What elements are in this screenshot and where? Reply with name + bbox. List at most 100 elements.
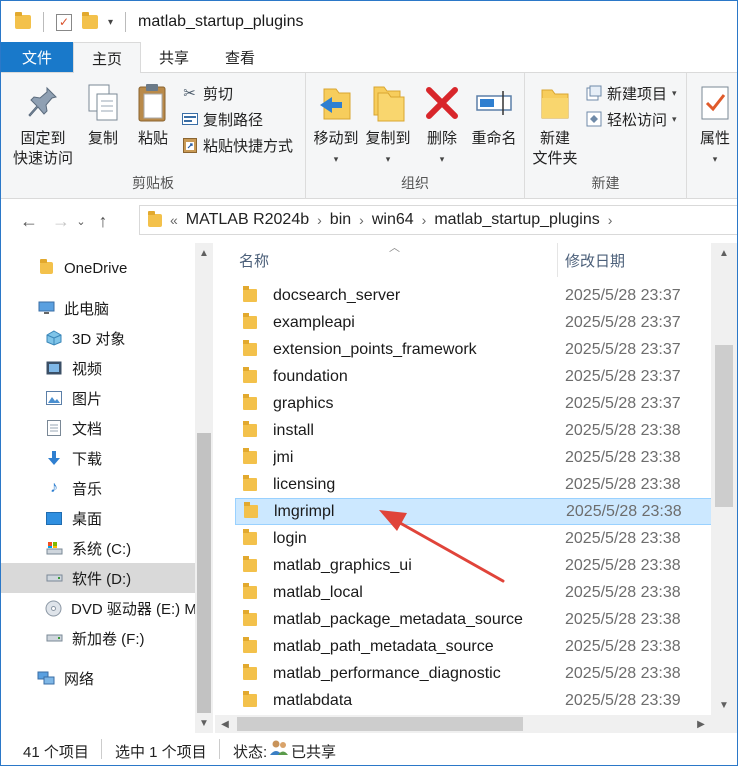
file-row[interactable]: matlab_graphics_ui 2025/5/28 23:38 [235,552,711,579]
breadcrumb-chevron-icon[interactable]: › [422,212,427,228]
file-row[interactable]: docsearch_server 2025/5/28 23:37 [235,282,711,309]
organize-group-label: 组织 [401,175,429,191]
folder-icon [243,286,257,302]
file-row[interactable]: install 2025/5/28 23:38 [235,417,711,444]
forward-arrow-icon[interactable]: → [49,206,73,236]
breadcrumb-matlab[interactable]: MATLAB R2024b [186,211,309,229]
properties-button[interactable]: 属性 ▾ [695,81,735,169]
file-row[interactable]: jmi 2025/5/28 23:38 [235,444,711,471]
copy-to-button[interactable]: 复制到 ▾ [362,81,414,169]
3d-objects-icon [45,330,63,346]
properties-qat-icon[interactable]: ✓ [56,13,72,31]
file-modified-date: 2025/5/28 23:38 [565,421,681,439]
column-date-header[interactable]: 修改日期 [565,250,625,271]
breadcrumb-win64[interactable]: win64 [372,211,414,229]
breadcrumb-current[interactable]: matlab_startup_plugins [434,211,599,229]
breadcrumb-chevron-icon[interactable]: › [317,212,322,228]
window-title: matlab_startup_plugins [138,13,304,30]
copy-button[interactable]: 复制 [81,81,125,149]
nav-item-3d-objects[interactable]: 3D 对象 [1,323,195,353]
vertical-scrollbar[interactable]: ▲ ▼ [711,243,737,715]
scroll-right-icon[interactable]: ▶ [691,714,711,734]
nav-item-drive-d[interactable]: 软件 (D:) [1,563,195,593]
tab-share[interactable]: 共享 [141,42,207,72]
scroll-up-icon[interactable]: ▲ [711,243,737,263]
back-arrow-icon[interactable]: ← [17,206,41,236]
pin-label-2: 快速访问 [12,150,73,167]
nav-item-downloads[interactable]: 下载 [1,443,195,473]
folder-icon [243,367,257,383]
recent-locations-chevron-icon[interactable]: ⌄ [73,206,89,236]
file-row[interactable]: matlab_package_metadata_source 2025/5/28 … [235,606,711,633]
column-name-header[interactable]: 名称 [239,250,269,271]
scroll-left-icon[interactable]: ◀ [215,714,235,734]
nav-item-desktop[interactable]: 桌面 [1,503,195,533]
new-folder-qat-icon[interactable] [82,12,98,29]
qat-dropdown-icon[interactable]: ▾ [108,17,113,28]
file-row[interactable]: graphics 2025/5/28 23:37 [235,390,711,417]
status-divider [219,739,220,759]
clipboard-group-label: 剪贴板 [132,175,174,191]
delete-button[interactable]: 删除 ▾ [422,81,462,169]
file-name: matlab_package_metadata_source [273,610,523,628]
copy-label: 复制 [87,130,118,147]
organize-group: 移动到 ▾ 复制到 ▾ 删除 ▾ 重命名 组织 [306,73,525,199]
copy-path-button[interactable]: 复制路径 [181,107,263,131]
file-row[interactable]: matlabdata 2025/5/28 23:39 [235,687,711,714]
pin-quick-access-button[interactable]: 固定到 快速访问 [11,81,75,169]
nav-scroll-down-icon[interactable]: ▼ [191,713,217,733]
up-arrow-icon[interactable]: ↑ [91,206,115,236]
file-row[interactable]: licensing 2025/5/28 23:38 [235,471,711,498]
status-bar: 41 个项目 选中 1 个项目 状态: 已共享 [1,733,737,765]
file-row[interactable]: lmgrimpl 2025/5/28 23:38 [235,498,711,525]
file-row[interactable]: matlab_performance_diagnostic 2025/5/28 2… [235,660,711,687]
nav-item-this-pc[interactable]: 此电脑 [1,293,195,323]
file-row[interactable]: foundation 2025/5/28 23:37 [235,363,711,390]
file-row[interactable]: extension_points_framework 2025/5/28 23:3… [235,336,711,363]
easy-access-button[interactable]: 轻松访问 ▾ [585,107,677,131]
file-row[interactable]: exampleapi 2025/5/28 23:37 [235,309,711,336]
nav-item-onedrive[interactable]: OneDrive [1,253,195,283]
breadcrumb-chevron-icon[interactable]: › [359,212,364,228]
column-divider[interactable] [557,243,558,277]
tab-view[interactable]: 查看 [207,42,273,72]
nav-scroll-thumb[interactable] [197,433,211,713]
vertical-scroll-thumb[interactable] [715,345,733,507]
file-name: install [273,421,314,439]
paste-shortcut-button[interactable]: 粘贴快捷方式 [181,133,293,157]
tab-home[interactable]: 主页 [73,42,142,73]
easy-access-label: 轻松访问 [607,111,668,129]
file-row[interactable]: login 2025/5/28 23:38 [235,525,711,552]
horizontal-scroll-thumb[interactable] [237,717,523,731]
file-row[interactable]: matlab_path_metadata_source 2025/5/28 23:… [235,633,711,660]
breadcrumb-chevron-icon[interactable]: › [608,212,613,228]
scroll-down-icon[interactable]: ▼ [711,695,737,715]
cut-button[interactable]: ✂ 剪切 [181,81,233,105]
paste-button[interactable]: 粘贴 [131,81,175,149]
nav-scrollbar[interactable]: ▲ ▼ [195,243,213,733]
properties-icon [695,81,735,125]
address-bar[interactable]: « MATLAB R2024b › bin › win64 › matlab_s… [139,205,737,235]
nav-item-drive-f[interactable]: 新加卷 (F:) [1,623,195,653]
new-group: 新建 文件夹 新建项目 ▾ 轻松访问 ▾ 新建 [525,73,687,199]
ribbon: 固定到 快速访问 复制 粘贴 ✂ 剪切 复制路径 粘贴快捷方式 剪贴板 移动到 … [1,73,737,199]
nav-item-drive-c[interactable]: 系统 (C:) [1,533,195,563]
new-folder-button[interactable]: 新建 文件夹 [529,81,581,169]
nav-item-network[interactable]: 网络 [1,663,195,693]
nav-scroll-up-icon[interactable]: ▲ [191,243,217,263]
folder-icon [243,637,257,653]
file-row[interactable]: matlab_local 2025/5/28 23:38 [235,579,711,606]
move-to-button[interactable]: 移动到 ▾ [310,81,362,169]
nav-item-videos[interactable]: 视频 [1,353,195,383]
address-overflow[interactable]: « [170,212,178,228]
tab-file[interactable]: 文件 [1,42,73,72]
nav-item-music[interactable]: ♪ 音乐 [1,473,195,503]
horizontal-scrollbar[interactable]: ◀ ▶ [215,715,711,733]
rename-button[interactable]: 重命名 [468,81,520,149]
nav-item-pictures[interactable]: 图片 [1,383,195,413]
nav-item-dvd-e[interactable]: DVD 驱动器 (E:) M [1,593,195,623]
new-item-button[interactable]: 新建项目 ▾ [585,81,677,105]
folder-icon [243,475,257,491]
breadcrumb-bin[interactable]: bin [330,211,351,229]
nav-item-documents[interactable]: 文档 [1,413,195,443]
